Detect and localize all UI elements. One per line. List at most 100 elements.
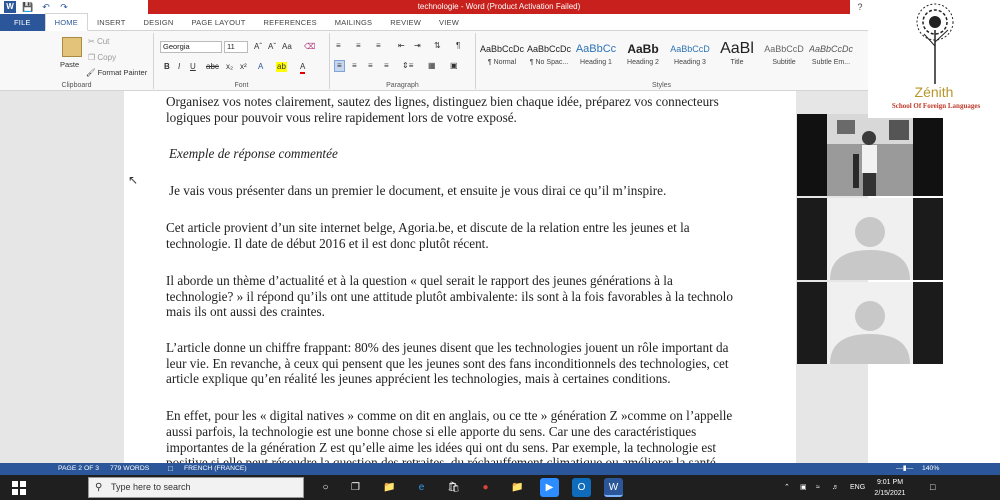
clock[interactable]: 9:01 PM 2/15/2021 bbox=[872, 477, 908, 499]
style-name: Heading 2 bbox=[627, 59, 659, 66]
file-explorer-icon[interactable]: 📁 bbox=[380, 478, 399, 497]
word-taskbar-icon[interactable]: W bbox=[604, 478, 623, 497]
input-language[interactable]: ENG bbox=[850, 475, 865, 500]
line-spacing-icon[interactable]: ⇕≡ bbox=[402, 61, 413, 71]
show-formatting-icon[interactable]: ¶ bbox=[456, 41, 460, 51]
cut-button[interactable]: ✂ Cut bbox=[88, 37, 109, 47]
zoom-level[interactable]: 140% bbox=[922, 463, 939, 475]
tab-mailings[interactable]: MAILINGS bbox=[326, 14, 381, 31]
zenith-logo: Zénith School Of Foreign Languages bbox=[868, 0, 1000, 118]
tab-design[interactable]: DESIGN bbox=[135, 14, 183, 31]
tab-review[interactable]: REVIEW bbox=[381, 14, 430, 31]
change-case-icon[interactable]: Aa bbox=[282, 42, 292, 52]
grow-font-icon[interactable]: Aˆ bbox=[254, 42, 262, 52]
style-preview: AaBl bbox=[720, 40, 754, 57]
notifications-icon[interactable]: □ bbox=[930, 475, 935, 500]
tab-file[interactable]: FILE bbox=[0, 13, 45, 31]
style-preview: AaBbCcDc bbox=[809, 44, 853, 54]
font-size-combo[interactable]: 11 bbox=[224, 41, 248, 53]
style-name: ¶ Normal bbox=[487, 59, 517, 66]
italic-icon[interactable]: I bbox=[178, 62, 180, 72]
borders-icon[interactable]: ▣ bbox=[450, 61, 458, 71]
search-icon: ⚲ bbox=[95, 482, 103, 493]
align-center-icon[interactable]: ≡ bbox=[352, 61, 357, 71]
clipboard-group-label: Clipboard bbox=[61, 82, 92, 89]
underline-icon[interactable]: U bbox=[190, 62, 196, 72]
tab-view[interactable]: VIEW bbox=[430, 14, 468, 31]
doc-line: technologie. Il date de début 2016 et il… bbox=[166, 236, 489, 251]
style-subtle-emphasis[interactable]: AaBbCcDc Subtle Em... bbox=[809, 39, 853, 66]
align-right-icon[interactable]: ≡ bbox=[368, 61, 373, 71]
doc-line: logiques pour pouvoir vous relire rapide… bbox=[166, 110, 517, 125]
style-preview: AaBbCc bbox=[575, 43, 617, 55]
taskbar-search-box[interactable]: ⚲ Type here to search bbox=[88, 477, 304, 498]
shading-icon[interactable]: ▦ bbox=[428, 61, 436, 71]
style-heading-2[interactable]: AaBb Heading 2 bbox=[621, 39, 665, 66]
outlook-icon[interactable]: O bbox=[572, 478, 591, 497]
tab-references[interactable]: REFERENCES bbox=[255, 14, 326, 31]
sort-icon[interactable]: ⇅ bbox=[434, 41, 441, 51]
edge-icon[interactable]: e bbox=[412, 478, 431, 497]
shrink-font-icon[interactable]: Aˇ bbox=[268, 42, 276, 52]
tray-overflow-icon[interactable]: ⌃ bbox=[784, 475, 790, 500]
font-name-combo[interactable]: Georgia bbox=[160, 41, 222, 53]
network-icon[interactable]: ▣ bbox=[800, 475, 807, 500]
multilevel-list-icon[interactable]: ≡ bbox=[376, 41, 381, 51]
font-color-icon[interactable]: A bbox=[300, 62, 306, 74]
participant-avatar-icon bbox=[797, 282, 943, 364]
copy-button[interactable]: ❐ Copy bbox=[88, 53, 116, 63]
tab-page-layout[interactable]: PAGE LAYOUT bbox=[183, 14, 255, 31]
tab-home[interactable]: HOME bbox=[44, 13, 88, 31]
style-heading-1[interactable]: AaBbCc Heading 1 bbox=[574, 39, 618, 66]
numbering-icon[interactable]: ≡ bbox=[356, 41, 361, 51]
copy-label: Copy bbox=[97, 53, 117, 62]
store-icon[interactable]: 🛍 bbox=[444, 478, 463, 497]
clear-formatting-icon[interactable]: ⌫ bbox=[304, 42, 315, 52]
superscript-icon[interactable]: x² bbox=[240, 62, 247, 72]
cortana-icon[interactable]: ○ bbox=[316, 478, 335, 497]
paste-button[interactable]: Paste bbox=[60, 60, 79, 70]
help-button[interactable]: ? bbox=[852, 0, 868, 14]
paste-icon[interactable] bbox=[62, 37, 82, 57]
proofing-icon[interactable]: □ bbox=[168, 463, 173, 475]
start-button[interactable] bbox=[0, 475, 38, 500]
subscript-icon[interactable]: x₂ bbox=[226, 62, 233, 72]
bold-icon[interactable]: B bbox=[164, 62, 170, 72]
save-icon[interactable]: 💾 bbox=[22, 1, 34, 13]
style-heading-3[interactable]: AaBbCcD Heading 3 bbox=[668, 39, 712, 66]
highlight-icon[interactable]: ab bbox=[276, 62, 287, 72]
page-count[interactable]: PAGE 2 OF 3 bbox=[58, 463, 99, 475]
style-title[interactable]: AaBl Title bbox=[715, 39, 759, 66]
word-count[interactable]: 779 WORDS bbox=[110, 463, 149, 475]
speaker-photo bbox=[797, 114, 943, 196]
style-name: Subtitle bbox=[772, 59, 796, 66]
style-subtitle[interactable]: AaBbCcD Subtitle bbox=[762, 39, 806, 66]
redo-icon[interactable]: ↷ bbox=[58, 1, 70, 13]
volume-icon[interactable]: ♬ bbox=[832, 475, 839, 500]
bullets-icon[interactable]: ≡ bbox=[336, 41, 341, 51]
folder-icon[interactable]: 📁 bbox=[508, 478, 527, 497]
doc-line: leur vie. En revanche, à ceux qui pensen… bbox=[166, 356, 729, 371]
justify-icon[interactable]: ≡ bbox=[384, 61, 389, 71]
style-no-spacing[interactable]: AaBbCcDc ¶ No Spac... bbox=[527, 39, 571, 66]
language-status[interactable]: FRENCH (FRANCE) bbox=[184, 463, 247, 475]
task-view-icon[interactable]: ❐ bbox=[346, 478, 365, 497]
font-group: Georgia 11 Aˆ Aˇ Aa ⌫ B I U abc x₂ x² A … bbox=[154, 33, 330, 89]
align-left-icon[interactable]: ≡ bbox=[334, 60, 345, 72]
style-name: ¶ No Spac... bbox=[529, 59, 569, 66]
style-normal[interactable]: AaBbCcDc ¶ Normal bbox=[480, 39, 524, 66]
taskbar: ⚲ Type here to search ○ ❐ 📁 e 🛍 ● 📁 ▶ O … bbox=[0, 475, 1000, 500]
wifi-icon[interactable]: ≈ bbox=[816, 475, 820, 500]
increase-indent-icon[interactable]: ⇥ bbox=[414, 41, 421, 51]
tab-insert[interactable]: INSERT bbox=[88, 14, 135, 31]
chrome-icon[interactable]: ● bbox=[476, 478, 495, 497]
search-placeholder: Type here to search bbox=[111, 482, 191, 492]
text-effects-icon[interactable]: A bbox=[258, 62, 263, 72]
zoom-app-icon[interactable]: ▶ bbox=[540, 478, 559, 497]
undo-icon[interactable]: ↶ bbox=[40, 1, 52, 13]
decrease-indent-icon[interactable]: ⇤ bbox=[398, 41, 405, 51]
zoom-slider[interactable]: —▮— bbox=[896, 463, 913, 475]
strikethrough-icon[interactable]: abc bbox=[206, 62, 219, 72]
format-painter-button[interactable]: 🖌 Format Painter bbox=[86, 68, 147, 78]
style-name: Heading 3 bbox=[674, 59, 706, 66]
